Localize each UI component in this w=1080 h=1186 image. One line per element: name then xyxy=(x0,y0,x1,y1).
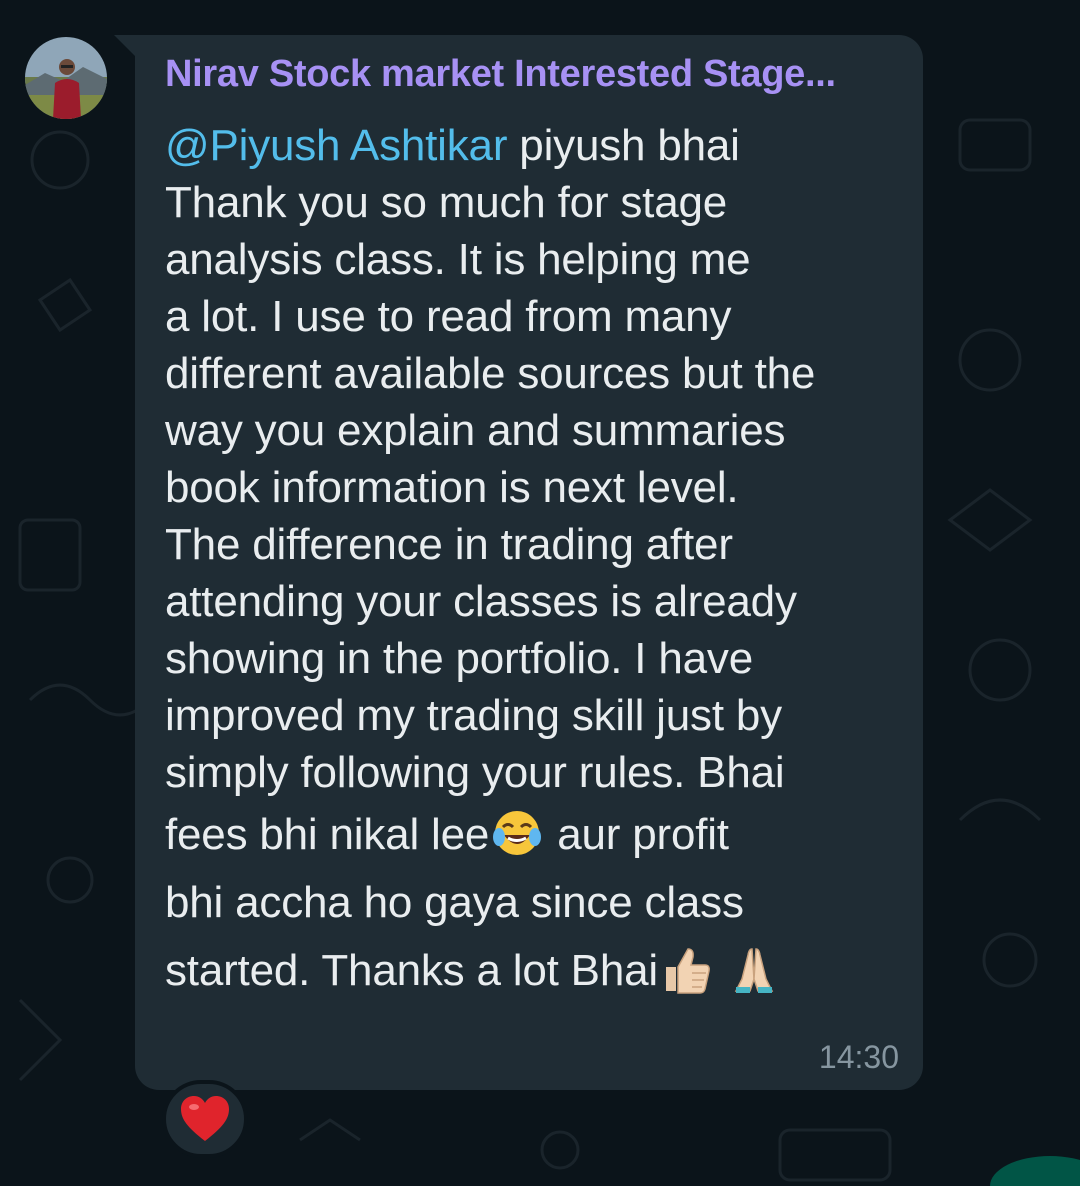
message-line: started. Thanks a lot Bhai xyxy=(165,937,905,1005)
message-timestamp: 14:30 xyxy=(818,1039,899,1075)
message-line: attending your classes is already xyxy=(165,577,797,626)
message-line: bhi accha ho gaya since class xyxy=(165,878,744,927)
message-line: improved my trading skill just by xyxy=(165,691,782,740)
message-line: different available sources but the xyxy=(165,349,816,398)
message-line: @Piyush Ashtikar piyush bhai xyxy=(165,117,905,174)
message-line: fees bhi nikal lee aur profit xyxy=(165,801,905,869)
red-heart-icon xyxy=(181,1096,229,1141)
sender-name[interactable]: Nirav Stock market Interested Stage... xyxy=(165,53,836,96)
message-line: a lot. I use to read from many xyxy=(165,292,732,341)
message-text: @Piyush Ashtikar piyush bhai Thank you s… xyxy=(165,117,905,1005)
message-line: Thank you so much for stage xyxy=(165,178,728,227)
message-line: showing in the portfolio. I have xyxy=(165,634,753,683)
face-with-tears-of-joy-icon xyxy=(491,807,543,859)
mention-link[interactable]: @Piyush Ashtikar xyxy=(165,121,507,170)
folded-hands-icon xyxy=(728,943,780,995)
message-line-text: aur profit xyxy=(545,810,729,859)
message-line: book information is next level. xyxy=(165,463,739,512)
message-line-text: piyush bhai xyxy=(507,121,740,170)
message-line: analysis class. It is helping me xyxy=(165,235,751,284)
message-line: The difference in trading after xyxy=(165,520,733,569)
scroll-button[interactable] xyxy=(990,1156,1080,1186)
thumbs-up-icon xyxy=(660,943,712,995)
message-line: way you explain and summaries xyxy=(165,406,786,455)
message-line-text: fees bhi nikal lee xyxy=(165,810,490,859)
sender-avatar[interactable] xyxy=(25,37,107,119)
message-bubble[interactable]: Nirav Stock market Interested Stage... @… xyxy=(135,35,923,1090)
message-line: simply following your rules. Bhai xyxy=(165,748,785,797)
bubble-tail xyxy=(114,35,136,57)
avatar-photo xyxy=(25,37,107,119)
message-line-text: started. Thanks a lot Bhai xyxy=(165,946,658,995)
reaction-badge[interactable] xyxy=(162,1080,248,1158)
